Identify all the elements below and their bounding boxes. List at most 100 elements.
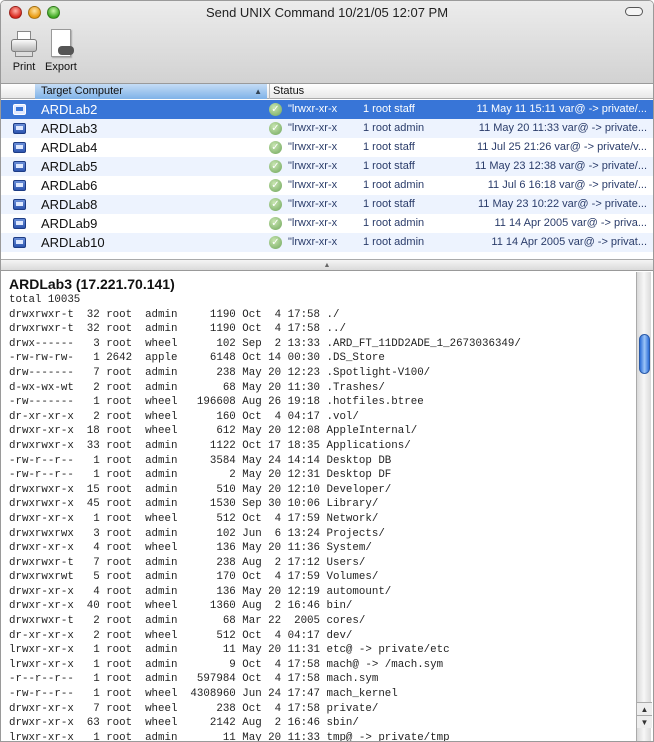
print-label: Print <box>12 61 36 73</box>
output-line: -rw-r--r-- 1 root admin 2 May 20 12:31 D… <box>9 469 392 482</box>
computer-row[interactable]: ARDLab8 ✓ "lrwxr-xr-x 1 root staff 11 Ma… <box>1 195 653 214</box>
success-check-icon: ✓ <box>269 160 282 173</box>
status-permissions: "lrwxr-xr-x <box>288 217 338 229</box>
success-check-icon: ✓ <box>269 179 282 192</box>
computer-icon <box>13 180 26 191</box>
computer-row[interactable]: ARDLab2 ✓ "lrwxr-xr-x 1 root staff 11 Ma… <box>1 100 653 119</box>
success-check-icon: ✓ <box>269 141 282 154</box>
sort-ascending-icon: ▲ <box>254 87 262 96</box>
output-line: drwxrwxr-x 33 root admin 1122 Oct 17 18:… <box>9 439 411 452</box>
output-line: drwxr-xr-x 40 root wheel 1360 Aug 2 16:4… <box>9 600 353 613</box>
status-info: 11 Jul 6 16:18 var@ -> private/... <box>487 179 647 191</box>
column-header-status[interactable]: Status <box>269 84 304 99</box>
output-computer-title: ARDLab3 (17.221.70.141) <box>9 276 175 292</box>
toolbar-toggle-button[interactable] <box>625 7 643 16</box>
computer-list: ARDLab2 ✓ "lrwxr-xr-x 1 root staff 11 Ma… <box>1 100 653 252</box>
output-line: drwxrwxrwt 5 root admin 170 Oct 4 17:59 … <box>9 571 379 584</box>
computer-icon <box>13 104 26 115</box>
scroll-up-arrow[interactable]: ▲ <box>637 702 652 715</box>
status-permissions: "lrwxr-xr-x <box>288 198 338 210</box>
export-document-icon <box>46 29 76 59</box>
column-label: Target Computer <box>41 85 123 97</box>
output-line: drwxr-xr-x 63 root wheel 2142 Aug 2 16:4… <box>9 717 359 730</box>
printer-icon <box>9 29 39 59</box>
status-info: 11 May 23 10:22 var@ -> private... <box>477 198 647 210</box>
status-permissions: "lrwxr-xr-x <box>288 141 338 153</box>
output-line: drwxr-xr-x 4 root wheel 136 May 20 11:36… <box>9 542 372 555</box>
status-owner: 1 root staff <box>363 160 415 172</box>
computer-icon <box>13 161 26 172</box>
output-line: -rw-rw-rw- 1 2642 apple 6148 Oct 14 00:3… <box>9 352 385 365</box>
export-button[interactable]: Export <box>45 29 77 73</box>
status-owner: 1 root admin <box>363 179 425 191</box>
column-header-target-computer[interactable]: Target Computer ▲ <box>35 84 267 99</box>
computer-name: ARDLab5 <box>41 159 98 174</box>
output-line: drw------- 7 root admin 238 May 20 12:23… <box>9 366 431 379</box>
output-line: drwxr-xr-x 1 root wheel 512 Oct 4 17:59 … <box>9 512 379 525</box>
computer-name: ARDLab2 <box>41 102 98 117</box>
output-line: -rw------- 1 root wheel 196608 Aug 26 19… <box>9 396 424 409</box>
computer-icon <box>13 237 26 248</box>
computer-name: ARDLab6 <box>41 178 98 193</box>
computer-row[interactable]: ARDLab6 ✓ "lrwxr-xr-x 1 root admin 11 Ju… <box>1 176 653 195</box>
success-check-icon: ✓ <box>269 103 282 116</box>
output-line: d-wx-wx-wt 2 root admin 68 May 20 11:30 … <box>9 381 385 394</box>
success-check-icon: ✓ <box>269 217 282 230</box>
computer-icon <box>13 218 26 229</box>
command-output: ARDLab3 (17.221.70.141) total 10035 drwx… <box>5 272 635 741</box>
status-info: 11 May 20 11:33 var@ -> private... <box>478 122 647 134</box>
status-owner: 1 root staff <box>363 141 415 153</box>
output-line: -rw-r--r-- 1 root admin 3584 May 24 14:1… <box>9 454 392 467</box>
computer-row[interactable]: ARDLab5 ✓ "lrwxr-xr-x 1 root staff 11 Ma… <box>1 157 653 176</box>
output-line: drwxr-xr-x 7 root wheel 238 Oct 4 17:58 … <box>9 702 379 715</box>
status-permissions: "lrwxr-xr-x <box>288 103 338 115</box>
status-permissions: "lrwxr-xr-x <box>288 179 338 191</box>
scroll-down-arrow[interactable]: ▼ <box>637 715 652 728</box>
split-view-divider[interactable]: ▲ <box>1 259 653 271</box>
output-line: dr-xr-xr-x 2 root wheel 512 Oct 4 04:17 … <box>9 629 353 642</box>
status-info: 11 May 11 15:11 var@ -> private/... <box>476 103 647 115</box>
status-owner: 1 root staff <box>363 103 415 115</box>
success-check-icon: ✓ <box>269 122 282 135</box>
status-info: 11 14 Apr 2005 var@ -> privat... <box>491 236 647 248</box>
computer-name: ARDLab10 <box>41 235 105 250</box>
computer-row[interactable]: ARDLab3 ✓ "lrwxr-xr-x 1 root admin 11 Ma… <box>1 119 653 138</box>
computer-name: ARDLab4 <box>41 140 98 155</box>
output-line: drwxr-xr-x 4 root admin 136 May 20 12:19… <box>9 585 392 598</box>
output-line: -r--r--r-- 1 root admin 597984 Oct 4 17:… <box>9 673 379 686</box>
status-owner: 1 root admin <box>363 217 425 229</box>
status-permissions: "lrwxr-xr-x <box>288 122 338 134</box>
print-button[interactable]: Print <box>9 29 39 73</box>
scrollbar-thumb[interactable] <box>639 334 650 374</box>
computer-row[interactable]: ARDLab10 ✓ "lrwxr-xr-x 1 root admin 11 1… <box>1 233 653 252</box>
status-owner: 1 root admin <box>363 236 425 248</box>
output-line: lrwxr-xr-x 1 root admin 11 May 20 11:31 … <box>9 644 450 657</box>
output-line: drwxrwxr-t 7 root admin 238 Aug 2 17:12 … <box>9 556 366 569</box>
computer-name: ARDLab3 <box>41 121 98 136</box>
output-line: drwxrwxrwx 3 root admin 102 Jun 6 13:24 … <box>9 527 385 540</box>
computer-row[interactable]: ARDLab4 ✓ "lrwxr-xr-x 1 root staff 11 Ju… <box>1 138 653 157</box>
output-line: lrwxr-xr-x 1 root admin 11 May 20 11:33 … <box>9 731 450 742</box>
success-check-icon: ✓ <box>269 236 282 249</box>
computer-icon <box>13 142 26 153</box>
computer-icon <box>13 199 26 210</box>
computer-name: ARDLab9 <box>41 216 98 231</box>
titlebar-toolbar: Send UNIX Command 10/21/05 12:07 PM Prin… <box>1 1 653 84</box>
status-owner: 1 root admin <box>363 122 425 134</box>
output-line: drwxrwxr-x 45 root admin 1530 Sep 30 10:… <box>9 498 379 511</box>
computer-row[interactable]: ARDLab9 ✓ "lrwxr-xr-x 1 root admin 11 14… <box>1 214 653 233</box>
output-line: drwxrwxr-t 32 root admin 1190 Oct 4 17:5… <box>9 308 340 321</box>
status-permissions: "lrwxr-xr-x <box>288 236 338 248</box>
computer-name: ARDLab8 <box>41 197 98 212</box>
output-line: drwx------ 3 root wheel 102 Sep 2 13:33 … <box>9 337 521 350</box>
status-info: 11 May 23 12:38 var@ -> private/... <box>474 160 647 172</box>
success-check-icon: ✓ <box>269 198 282 211</box>
window-title: Send UNIX Command 10/21/05 12:07 PM <box>205 5 449 20</box>
output-line: drwxrwxr-t 32 root admin 1190 Oct 4 17:5… <box>9 323 346 336</box>
output-scrollbar[interactable]: ▲ ▼ <box>636 272 652 741</box>
output-line: drwxr-xr-x 18 root wheel 612 May 20 12:0… <box>9 425 418 438</box>
output-total: total 10035 <box>9 294 81 306</box>
status-info: 11 Jul 25 21:26 var@ -> private/v... <box>476 141 647 153</box>
status-permissions: "lrwxr-xr-x <box>288 160 338 172</box>
computer-icon <box>13 123 26 134</box>
